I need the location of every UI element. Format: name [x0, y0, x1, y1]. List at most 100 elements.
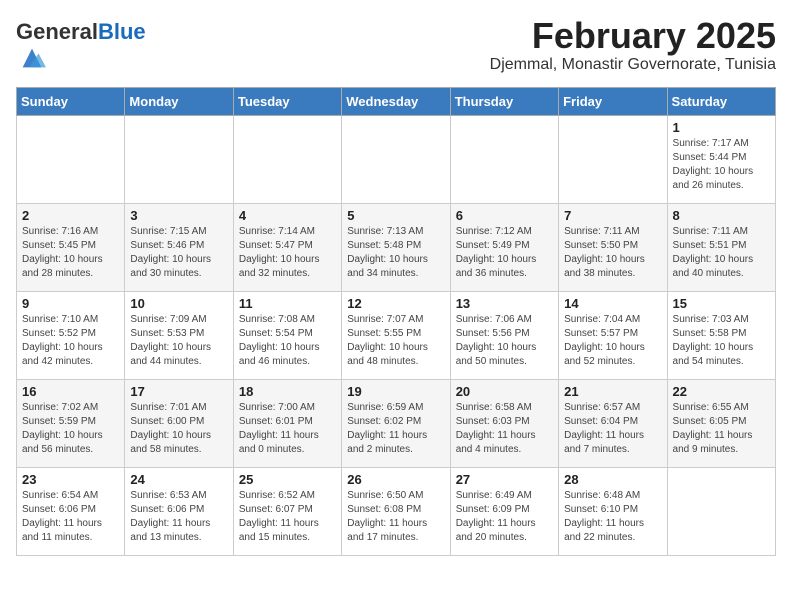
- day-number: 22: [673, 384, 770, 399]
- day-info: Sunrise: 6:49 AM Sunset: 6:09 PM Dayligh…: [456, 489, 553, 545]
- day-info: Sunrise: 7:13 AM Sunset: 5:48 PM Dayligh…: [347, 225, 444, 281]
- calendar-cell: 1 Sunrise: 7:17 AM Sunset: 5:44 PM Daylig…: [667, 116, 775, 204]
- calendar-week-2: 2 Sunrise: 7:16 AM Sunset: 5:45 PM Daylig…: [17, 204, 776, 292]
- calendar-cell: [17, 116, 125, 204]
- day-number: 25: [239, 472, 336, 487]
- calendar-body: 1 Sunrise: 7:17 AM Sunset: 5:44 PM Daylig…: [17, 116, 776, 556]
- day-number: 5: [347, 208, 444, 223]
- calendar-cell: 20Sunrise: 6:58 AM Sunset: 6:03 PM Dayli…: [450, 380, 558, 468]
- day-number: 2: [22, 208, 119, 223]
- calendar-cell: 5 Sunrise: 7:13 AM Sunset: 5:48 PM Daylig…: [342, 204, 450, 292]
- day-info: Sunrise: 6:50 AM Sunset: 6:08 PM Dayligh…: [347, 489, 444, 545]
- day-number: 28: [564, 472, 661, 487]
- day-number: 1: [673, 120, 770, 135]
- calendar-header: SundayMondayTuesdayWednesdayThursdayFrid…: [17, 88, 776, 116]
- day-info: Sunrise: 7:07 AM Sunset: 5:55 PM Dayligh…: [347, 313, 444, 369]
- calendar-week-1: 1 Sunrise: 7:17 AM Sunset: 5:44 PM Daylig…: [17, 116, 776, 204]
- day-info: Sunrise: 7:10 AM Sunset: 5:52 PM Dayligh…: [22, 313, 119, 369]
- calendar-cell: 25 Sunrise: 6:52 AM Sunset: 6:07 PM Dayli…: [233, 468, 341, 556]
- weekday-header-tuesday: Tuesday: [233, 88, 341, 116]
- day-number: 26: [347, 472, 444, 487]
- calendar-week-5: 23 Sunrise: 6:54 AM Sunset: 6:06 PM Dayli…: [17, 468, 776, 556]
- calendar-cell: 27 Sunrise: 6:49 AM Sunset: 6:09 PM Dayli…: [450, 468, 558, 556]
- calendar-cell: 13 Sunrise: 7:06 AM Sunset: 5:56 PM Dayli…: [450, 292, 558, 380]
- day-number: 4: [239, 208, 336, 223]
- weekday-header-sunday: Sunday: [17, 88, 125, 116]
- calendar-cell: 19Sunrise: 6:59 AM Sunset: 6:02 PM Dayli…: [342, 380, 450, 468]
- day-info: Sunrise: 7:01 AM Sunset: 6:00 PM Dayligh…: [130, 401, 227, 457]
- calendar-cell: 6 Sunrise: 7:12 AM Sunset: 5:49 PM Daylig…: [450, 204, 558, 292]
- logo-text: GeneralBlue: [16, 20, 146, 44]
- day-number: 10: [130, 296, 227, 311]
- day-info: Sunrise: 7:11 AM Sunset: 5:50 PM Dayligh…: [564, 225, 661, 281]
- title-block: February 2025 Djemmal, Monastir Governor…: [490, 16, 776, 74]
- day-number: 23: [22, 472, 119, 487]
- day-number: 27: [456, 472, 553, 487]
- day-number: 17: [130, 384, 227, 399]
- weekday-header-monday: Monday: [125, 88, 233, 116]
- day-info: Sunrise: 6:54 AM Sunset: 6:06 PM Dayligh…: [22, 489, 119, 545]
- day-info: Sunrise: 7:17 AM Sunset: 5:44 PM Dayligh…: [673, 137, 770, 193]
- calendar-cell: 21 Sunrise: 6:57 AM Sunset: 6:04 PM Dayli…: [559, 380, 667, 468]
- calendar-cell: 17 Sunrise: 7:01 AM Sunset: 6:00 PM Dayli…: [125, 380, 233, 468]
- calendar-cell: 28 Sunrise: 6:48 AM Sunset: 6:10 PM Dayli…: [559, 468, 667, 556]
- day-info: Sunrise: 6:52 AM Sunset: 6:07 PM Dayligh…: [239, 489, 336, 545]
- day-info: Sunrise: 6:55 AM Sunset: 6:05 PM Dayligh…: [673, 401, 770, 457]
- day-info: Sunrise: 7:03 AM Sunset: 5:58 PM Dayligh…: [673, 313, 770, 369]
- day-info: Sunrise: 7:09 AM Sunset: 5:53 PM Dayligh…: [130, 313, 227, 369]
- day-info: Sunrise: 7:11 AM Sunset: 5:51 PM Dayligh…: [673, 225, 770, 281]
- day-info: Sunrise: 7:16 AM Sunset: 5:45 PM Dayligh…: [22, 225, 119, 281]
- logo-general: General: [16, 19, 98, 44]
- calendar-cell: [342, 116, 450, 204]
- day-info: Sunrise: 7:15 AM Sunset: 5:46 PM Dayligh…: [130, 225, 227, 281]
- logo-icon: [18, 44, 46, 72]
- day-info: Sunrise: 7:12 AM Sunset: 5:49 PM Dayligh…: [456, 225, 553, 281]
- calendar-cell: 10 Sunrise: 7:09 AM Sunset: 5:53 PM Dayli…: [125, 292, 233, 380]
- weekday-header-friday: Friday: [559, 88, 667, 116]
- day-number: 16: [22, 384, 119, 399]
- calendar-week-3: 9 Sunrise: 7:10 AM Sunset: 5:52 PM Daylig…: [17, 292, 776, 380]
- weekday-header-row: SundayMondayTuesdayWednesdayThursdayFrid…: [17, 88, 776, 116]
- day-info: Sunrise: 7:08 AM Sunset: 5:54 PM Dayligh…: [239, 313, 336, 369]
- calendar-cell: 18 Sunrise: 7:00 AM Sunset: 6:01 PM Dayli…: [233, 380, 341, 468]
- calendar-cell: 9 Sunrise: 7:10 AM Sunset: 5:52 PM Daylig…: [17, 292, 125, 380]
- day-number: 11: [239, 296, 336, 311]
- calendar-cell: [559, 116, 667, 204]
- calendar-week-4: 16 Sunrise: 7:02 AM Sunset: 5:59 PM Dayli…: [17, 380, 776, 468]
- day-number: 6: [456, 208, 553, 223]
- day-info: Sunrise: 7:14 AM Sunset: 5:47 PM Dayligh…: [239, 225, 336, 281]
- calendar-cell: [667, 468, 775, 556]
- weekday-header-thursday: Thursday: [450, 88, 558, 116]
- logo-blue: Blue: [98, 19, 146, 44]
- day-number: 21: [564, 384, 661, 399]
- day-info: Sunrise: 7:06 AM Sunset: 5:56 PM Dayligh…: [456, 313, 553, 369]
- day-info: Sunrise: 6:53 AM Sunset: 6:06 PM Dayligh…: [130, 489, 227, 545]
- calendar-cell: [125, 116, 233, 204]
- page-header: GeneralBlue February 2025 Djemmal, Monas…: [16, 16, 776, 77]
- calendar-cell: 12Sunrise: 7:07 AM Sunset: 5:55 PM Dayli…: [342, 292, 450, 380]
- day-number: 8: [673, 208, 770, 223]
- calendar-cell: 15Sunrise: 7:03 AM Sunset: 5:58 PM Dayli…: [667, 292, 775, 380]
- day-number: 24: [130, 472, 227, 487]
- location: Djemmal, Monastir Governorate, Tunisia: [490, 56, 776, 74]
- day-number: 14: [564, 296, 661, 311]
- calendar-cell: 22 Sunrise: 6:55 AM Sunset: 6:05 PM Dayli…: [667, 380, 775, 468]
- day-info: Sunrise: 7:00 AM Sunset: 6:01 PM Dayligh…: [239, 401, 336, 457]
- calendar-cell: 7Sunrise: 7:11 AM Sunset: 5:50 PM Daylig…: [559, 204, 667, 292]
- day-info: Sunrise: 6:57 AM Sunset: 6:04 PM Dayligh…: [564, 401, 661, 457]
- day-number: 3: [130, 208, 227, 223]
- day-number: 20: [456, 384, 553, 399]
- calendar-cell: 26 Sunrise: 6:50 AM Sunset: 6:08 PM Dayli…: [342, 468, 450, 556]
- day-number: 13: [456, 296, 553, 311]
- calendar-cell: 14 Sunrise: 7:04 AM Sunset: 5:57 PM Dayli…: [559, 292, 667, 380]
- calendar-cell: 8 Sunrise: 7:11 AM Sunset: 5:51 PM Daylig…: [667, 204, 775, 292]
- calendar-cell: [233, 116, 341, 204]
- day-info: Sunrise: 7:02 AM Sunset: 5:59 PM Dayligh…: [22, 401, 119, 457]
- day-number: 9: [22, 296, 119, 311]
- calendar-cell: 2 Sunrise: 7:16 AM Sunset: 5:45 PM Daylig…: [17, 204, 125, 292]
- day-info: Sunrise: 6:48 AM Sunset: 6:10 PM Dayligh…: [564, 489, 661, 545]
- month-title: February 2025: [490, 16, 776, 56]
- day-number: 18: [239, 384, 336, 399]
- calendar-cell: 4 Sunrise: 7:14 AM Sunset: 5:47 PM Daylig…: [233, 204, 341, 292]
- day-info: Sunrise: 7:04 AM Sunset: 5:57 PM Dayligh…: [564, 313, 661, 369]
